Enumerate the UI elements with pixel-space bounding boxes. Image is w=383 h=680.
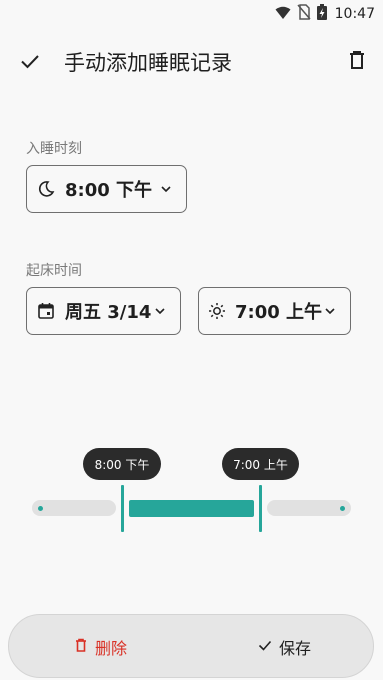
delete-label: 删除 [95,639,128,658]
wake-time-value: 7:00 上午 [235,302,323,323]
bottom-action-bar: 删除 保存 [8,614,374,678]
bedtime-label: 入睡时刻 [26,141,82,157]
track-end-dot [340,506,345,511]
check-icon [18,55,42,77]
chevron-down-icon [322,303,338,319]
bedtime-value: 8:00 下午 [65,180,153,201]
confirm-button[interactable] [18,49,42,73]
end-handle[interactable] [259,485,262,532]
timeline-track-left [32,500,116,516]
check-icon [257,637,273,657]
wake-time-picker[interactable]: 7:00 上午 [198,287,351,335]
wake-label: 起床时间 [26,263,82,279]
calendar-icon [36,301,56,321]
battery-charging-icon [316,4,327,24]
status-time: 10:47 [334,6,375,22]
bedtime-picker[interactable]: 8:00 下午 [26,165,187,213]
wake-date-value: 周五 3/14 [65,302,152,323]
moon-icon [36,179,56,199]
track-start-dot [38,506,43,511]
delete-record-button[interactable] [345,48,369,72]
delete-button[interactable]: 删除 [73,615,127,679]
save-label: 保存 [279,639,312,658]
chevron-down-icon [158,181,174,197]
status-icons: 10:47 [275,4,375,24]
wifi-icon [275,5,291,24]
wake-date-picker[interactable]: 周五 3/14 [26,287,181,335]
end-time-bubble: 7:00 上午 [222,448,299,480]
chevron-down-icon [152,303,168,319]
trash-icon [345,51,369,76]
trash-icon [73,637,89,657]
page-title: 手动添加睡眠记录 [64,51,232,75]
timeline-track-right [267,500,351,516]
save-button[interactable]: 保存 [257,615,311,679]
sleep-range-bar[interactable] [129,500,254,517]
status-bar: 10:47 [0,0,383,26]
start-time-bubble: 8:00 下午 [83,448,161,480]
sun-icon [208,301,226,321]
app-bar: 手动添加睡眠记录 [0,38,383,84]
no-sim-icon [297,4,311,24]
start-handle[interactable] [121,485,124,532]
